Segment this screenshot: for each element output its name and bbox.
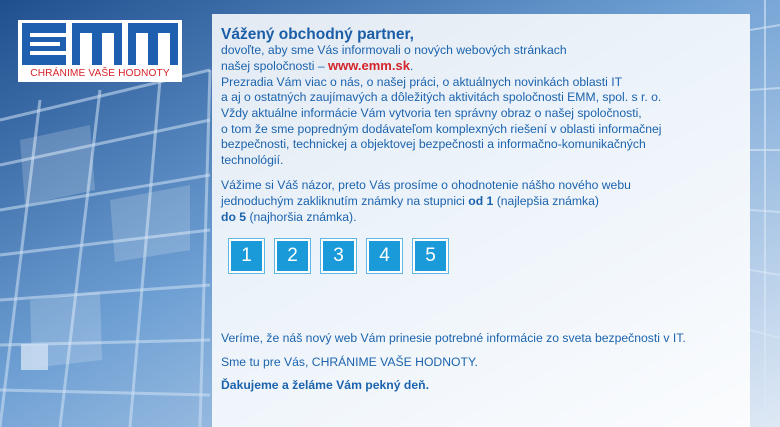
rating-button-5[interactable]: 5 [413, 239, 448, 274]
emm-logo-mark [22, 23, 178, 65]
scale-from: od 1 [468, 193, 494, 208]
rating-request: Vážime si Váš názor, preto Vás prosíme o… [221, 178, 751, 225]
paragraph-1-line-4: o tom že sme popredným dodávateľom kompl… [221, 121, 662, 136]
rating-scale: 1 2 3 4 5 [229, 239, 751, 274]
paragraph-2-line-2: jednoduchým zakliknutím známky na stupni… [221, 193, 469, 208]
emm-logo: CHRÁNIME VAŠE HODNOTY [18, 20, 182, 82]
greeting-title: Vážený obchodný partner, [221, 26, 414, 43]
paragraph-1-line-6: technológií. [221, 152, 284, 167]
closing-line-1: Veríme, že náš nový web Vám prinesie pot… [221, 331, 686, 345]
decorative-square [21, 344, 48, 370]
closing-line-2: Sme tu pre Vás, CHRÁNIME VAŠE HODNOTY. [221, 354, 478, 369]
intro-line-2-end: . [409, 59, 414, 74]
best-grade-note: (najlepšia známka) [493, 193, 599, 208]
closing-text: Veríme, že náš nový web Vám prinesie pot… [221, 331, 751, 402]
message-content: Vážený obchodný partner, dovoľte, aby sm… [221, 26, 751, 274]
closing-line-3: Ďakujeme a želáme Vám pekný deň. [221, 378, 429, 393]
intro-line-1: dovoľte, aby sme Vás informovali o novýc… [221, 42, 567, 57]
rating-button-3[interactable]: 3 [321, 239, 356, 274]
paragraph-1-line-1: Prezradia Vám viac o nás, o našej práci,… [221, 74, 623, 89]
logo-tagline: CHRÁNIME VAŠE HODNOTY [30, 68, 170, 79]
rating-button-1[interactable]: 1 [229, 239, 264, 274]
rating-button-4[interactable]: 4 [367, 239, 402, 274]
intro-text: dovoľte, aby sme Vás informovali o novýc… [221, 43, 751, 169]
rating-button-2[interactable]: 2 [275, 239, 310, 274]
paragraph-2-line-1: Vážime si Váš názor, preto Vás prosíme o… [221, 178, 631, 193]
intro-line-2: našej spoločnosti – [221, 59, 329, 74]
worst-grade-note: (najhoršia známka). [246, 209, 357, 224]
paragraph-1-line-3: Vždy aktuálne informácie Vám vytvoria te… [221, 105, 642, 120]
paragraph-1-line-2: a aj o ostatných zaujímavých a dôležitýc… [221, 90, 662, 105]
scale-to: do 5 [221, 209, 247, 224]
website-link[interactable]: www.emm.sk [328, 58, 410, 73]
paragraph-1-line-5: bezpečnosti, technickej a objektovej bez… [221, 137, 646, 152]
